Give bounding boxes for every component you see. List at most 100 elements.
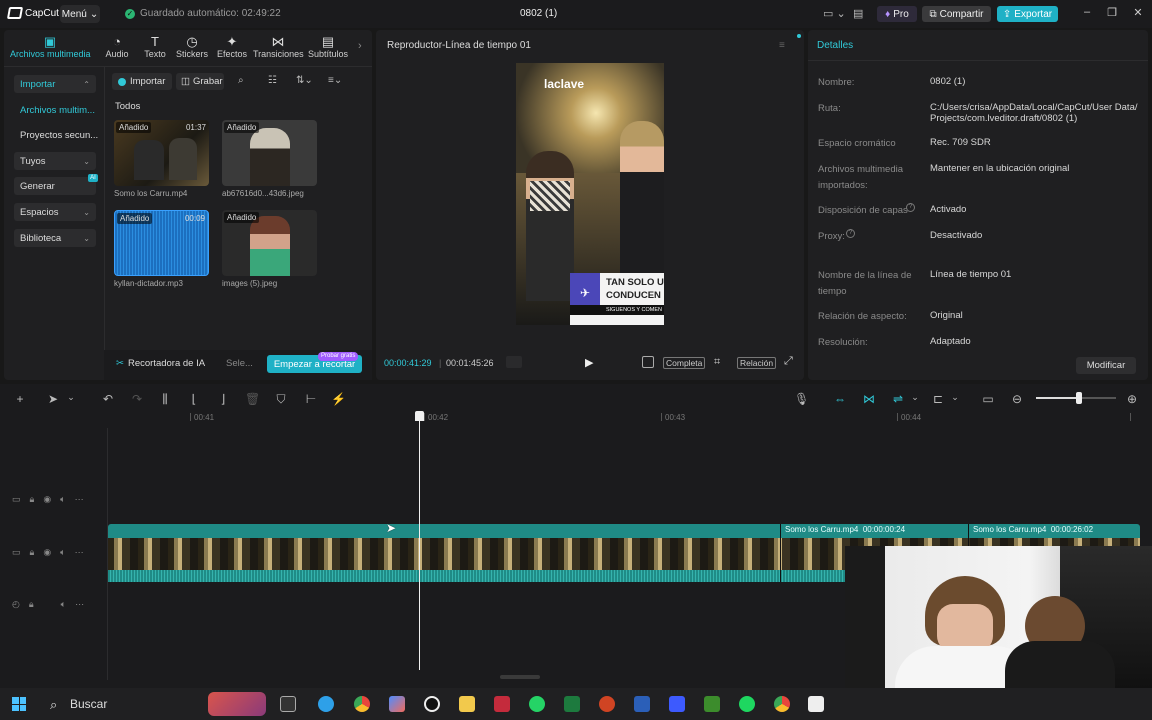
grid-view-icon[interactable]: ☷ [268,75,277,86]
chevron-down-icon[interactable]: ⌄ [908,392,922,403]
capcut-taskbar-icon[interactable] [424,696,440,712]
more-icon[interactable]: ⋯ [75,494,84,505]
sidebar-item[interactable]: Proyectos secun... [14,126,98,144]
tab-effects[interactable]: ✦ Efectos [215,34,249,59]
eye-icon[interactable]: ◉ [43,494,51,505]
eye-icon[interactable]: ◉ [43,547,51,558]
trim-left-icon[interactable]: ⌊ [187,392,201,406]
speaker-icon[interactable]: 🔈︎ [61,599,66,610]
sidebar-item[interactable]: Tuyos ⌄ [14,152,96,170]
tab-media[interactable]: ▣ Archivos multimedia [10,34,91,59]
media-item[interactable]: Añadido 00:09 kyllan-dictador.mp3 [114,210,209,288]
split-icon[interactable]: ⫼ [158,392,172,407]
pointer-icon[interactable]: ➤ [46,392,60,406]
chrome-icon[interactable] [354,696,370,712]
tab-text[interactable]: T Texto [138,34,172,59]
add-icon[interactable]: + [13,392,27,406]
link-icon[interactable]: ⇔ [833,392,847,406]
minimize-icon[interactable]: – [1080,6,1094,18]
microphone-icon[interactable]: 🎙 [794,392,809,406]
tab-sticker[interactable]: ◷ Stickers [175,34,209,59]
play-icon[interactable]: ▶ [585,356,593,369]
record-button[interactable]: ◫ Grabar [176,73,224,90]
crop-icon[interactable] [642,356,654,368]
sidebar-item[interactable]: Archivos multim... [14,101,96,119]
display-icon[interactable]: ▭ [981,392,995,406]
marker-icon[interactable] [506,356,522,368]
playhead-line[interactable] [419,420,420,670]
zoom-in-icon[interactable]: ⊕ [1125,392,1139,406]
more-icon[interactable]: ⋯ [75,547,84,558]
chevron-right-icon[interactable]: › [358,40,362,52]
pro-button[interactable]: ♦ Pro [877,6,917,22]
filter-icon[interactable]: ≡⌄ [328,75,342,86]
preview-axis-icon[interactable]: ⊏ [931,392,945,406]
media-item[interactable]: Añadido 01:37 Somo los Carru.mp4 [114,120,209,198]
time-ruler[interactable]: 00:41 00:42 00:43 00:44 [108,410,1152,428]
sort-icon[interactable]: ⇅⌄ [296,75,313,86]
tab-transitions[interactable]: ⋈ Transiciones [253,34,304,59]
tab-subtitles[interactable]: ▤ Subtítulos [307,34,349,59]
media-item[interactable]: Añadido images (5).jpeg [222,210,317,288]
excel-icon[interactable] [564,696,580,712]
task-view-icon[interactable] [280,696,296,712]
copilot-icon[interactable] [389,696,405,712]
powerpoint-icon[interactable] [599,696,615,712]
word-icon[interactable] [634,696,650,712]
zoom-slider-handle[interactable] [1076,392,1082,404]
info-icon[interactable]: ? [846,229,855,238]
chevron-down-icon[interactable]: ⌄ [64,392,78,403]
magic-icon[interactable]: ⚡ [331,392,346,406]
search-icon[interactable]: ⌕ [238,75,244,86]
widget-image-icon[interactable] [208,692,266,716]
lock-icon[interactable]: 🔒︎ [30,547,35,558]
sidebar-item[interactable]: Importar ⌃ [14,75,96,93]
sidebar-item[interactable]: Espacios ⌄ [14,203,96,221]
close-icon[interactable]: ✕ [1131,6,1145,19]
trim-right-icon[interactable]: ⌋ [216,392,230,406]
shortcuts-icon[interactable]: ▤ [853,7,863,20]
lock-icon[interactable]: 🔒︎ [30,494,35,505]
track-thumb-icon[interactable]: ▭ [12,494,21,505]
app-icon[interactable] [494,696,510,712]
restore-icon[interactable]: ❐ [1105,6,1119,19]
freeze-icon[interactable]: ⊢ [304,392,318,406]
info-icon[interactable]: ? [906,203,915,212]
chevron-down-icon[interactable]: ⌄ [948,392,962,403]
spotify-icon[interactable] [739,696,755,712]
lock-icon[interactable]: 🔒︎ [29,599,34,610]
windows-start-icon[interactable] [12,697,26,711]
app-icon[interactable] [808,696,824,712]
sidebar-item[interactable]: Biblioteca ⌄ [14,229,96,247]
player-menu-icon[interactable]: ≡ [779,40,785,51]
undo-icon[interactable]: ↶ [101,392,115,406]
speaker-icon[interactable]: 🔈︎ [60,494,65,505]
menu-button[interactable]: Menú ⌄ [60,5,100,23]
export-button[interactable]: ⇪ Exportar [997,6,1058,22]
taskbar-search[interactable]: Buscar [70,697,107,711]
audio-track-icon[interactable]: ◴ [12,599,20,610]
chrome-icon[interactable] [774,696,790,712]
fullscreen-icon[interactable]: ⤢ [784,355,793,368]
complete-button[interactable]: Completa [663,357,706,369]
modify-button[interactable]: Modificar [1076,357,1136,374]
magnet-icon[interactable]: ⋈ [862,392,876,406]
import-button[interactable]: Importar [112,73,172,90]
zoom-out-icon[interactable]: ⊖ [1010,392,1024,406]
video-preview[interactable]: laclave ✈ TAN SOLO U CONDUCEN SIGUENOS Y… [516,63,664,325]
ratio-button[interactable]: Relación [737,357,777,369]
media-item[interactable]: Añadido ab67616d0...43d6.jpeg [222,120,317,198]
share-button[interactable]: ⧉ Compartir [922,6,991,22]
speaker-icon[interactable]: 🔈︎ [60,547,65,558]
app-icon[interactable] [669,696,685,712]
search-icon[interactable]: ⌕ [50,697,57,713]
horizontal-scrollbar[interactable] [500,675,540,679]
snap-icon[interactable]: ⇌ [891,392,905,406]
shield-icon[interactable]: ⛉ [274,392,288,407]
minecraft-icon[interactable] [704,696,720,712]
track-thumb-icon[interactable]: ▭ [12,547,21,558]
edge-icon[interactable] [318,696,334,712]
fit-icon[interactable]: ⌗ [714,356,720,369]
more-icon[interactable]: ⋯ [75,599,84,610]
sidebar-item[interactable]: Generar [14,177,96,195]
